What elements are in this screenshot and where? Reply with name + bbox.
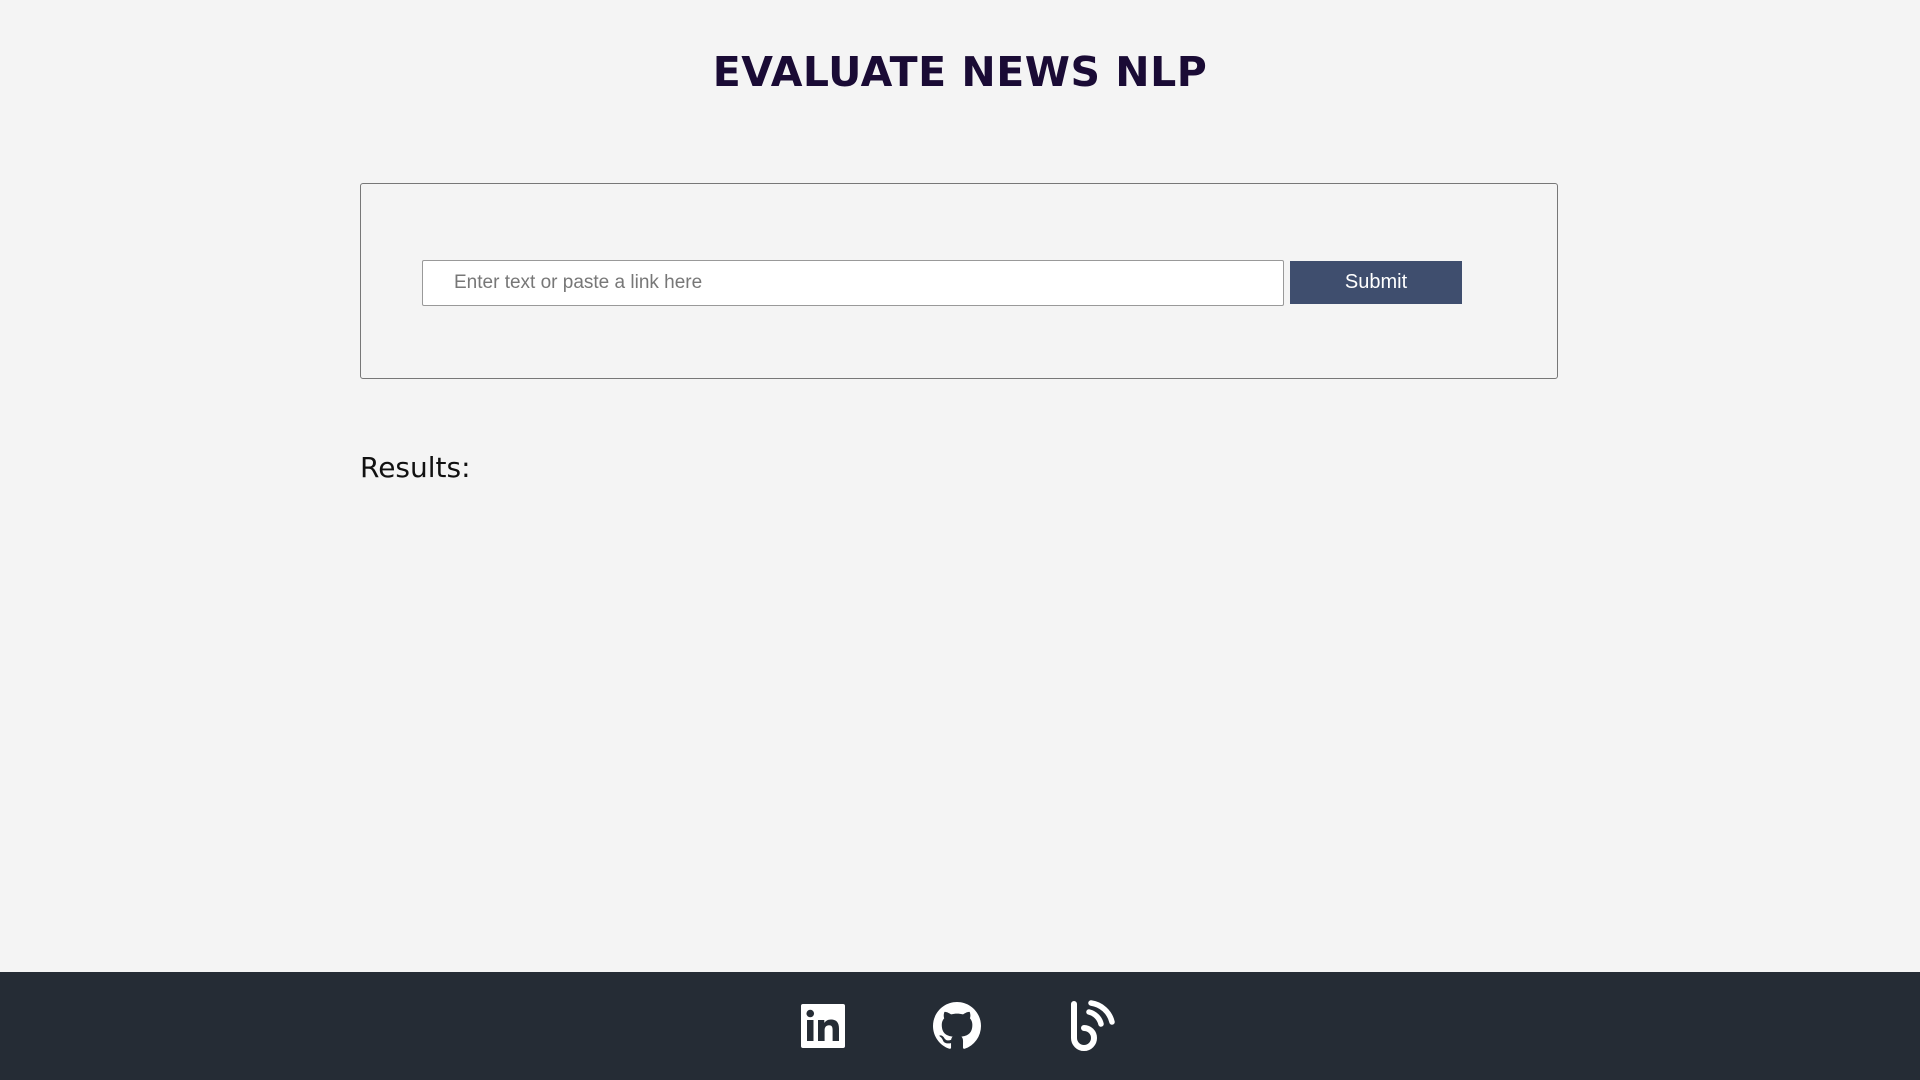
footer	[0, 972, 1920, 1080]
github-icon	[933, 1002, 981, 1050]
text-or-url-input[interactable]	[422, 260, 1284, 306]
blog-link[interactable]	[1066, 972, 1120, 1080]
analysis-form: Submit	[360, 183, 1558, 379]
github-link[interactable]	[932, 972, 982, 1080]
linkedin-icon	[801, 1004, 845, 1048]
results-heading: Results:	[360, 451, 471, 484]
page: EVALUATE NEWS NLP Submit Results:	[0, 0, 1920, 1080]
page-title: EVALUATE NEWS NLP	[712, 48, 1208, 96]
results-content	[360, 500, 1558, 520]
submit-button[interactable]: Submit	[1290, 261, 1462, 304]
blog-icon	[1067, 1000, 1119, 1052]
linkedin-link[interactable]	[800, 972, 846, 1080]
